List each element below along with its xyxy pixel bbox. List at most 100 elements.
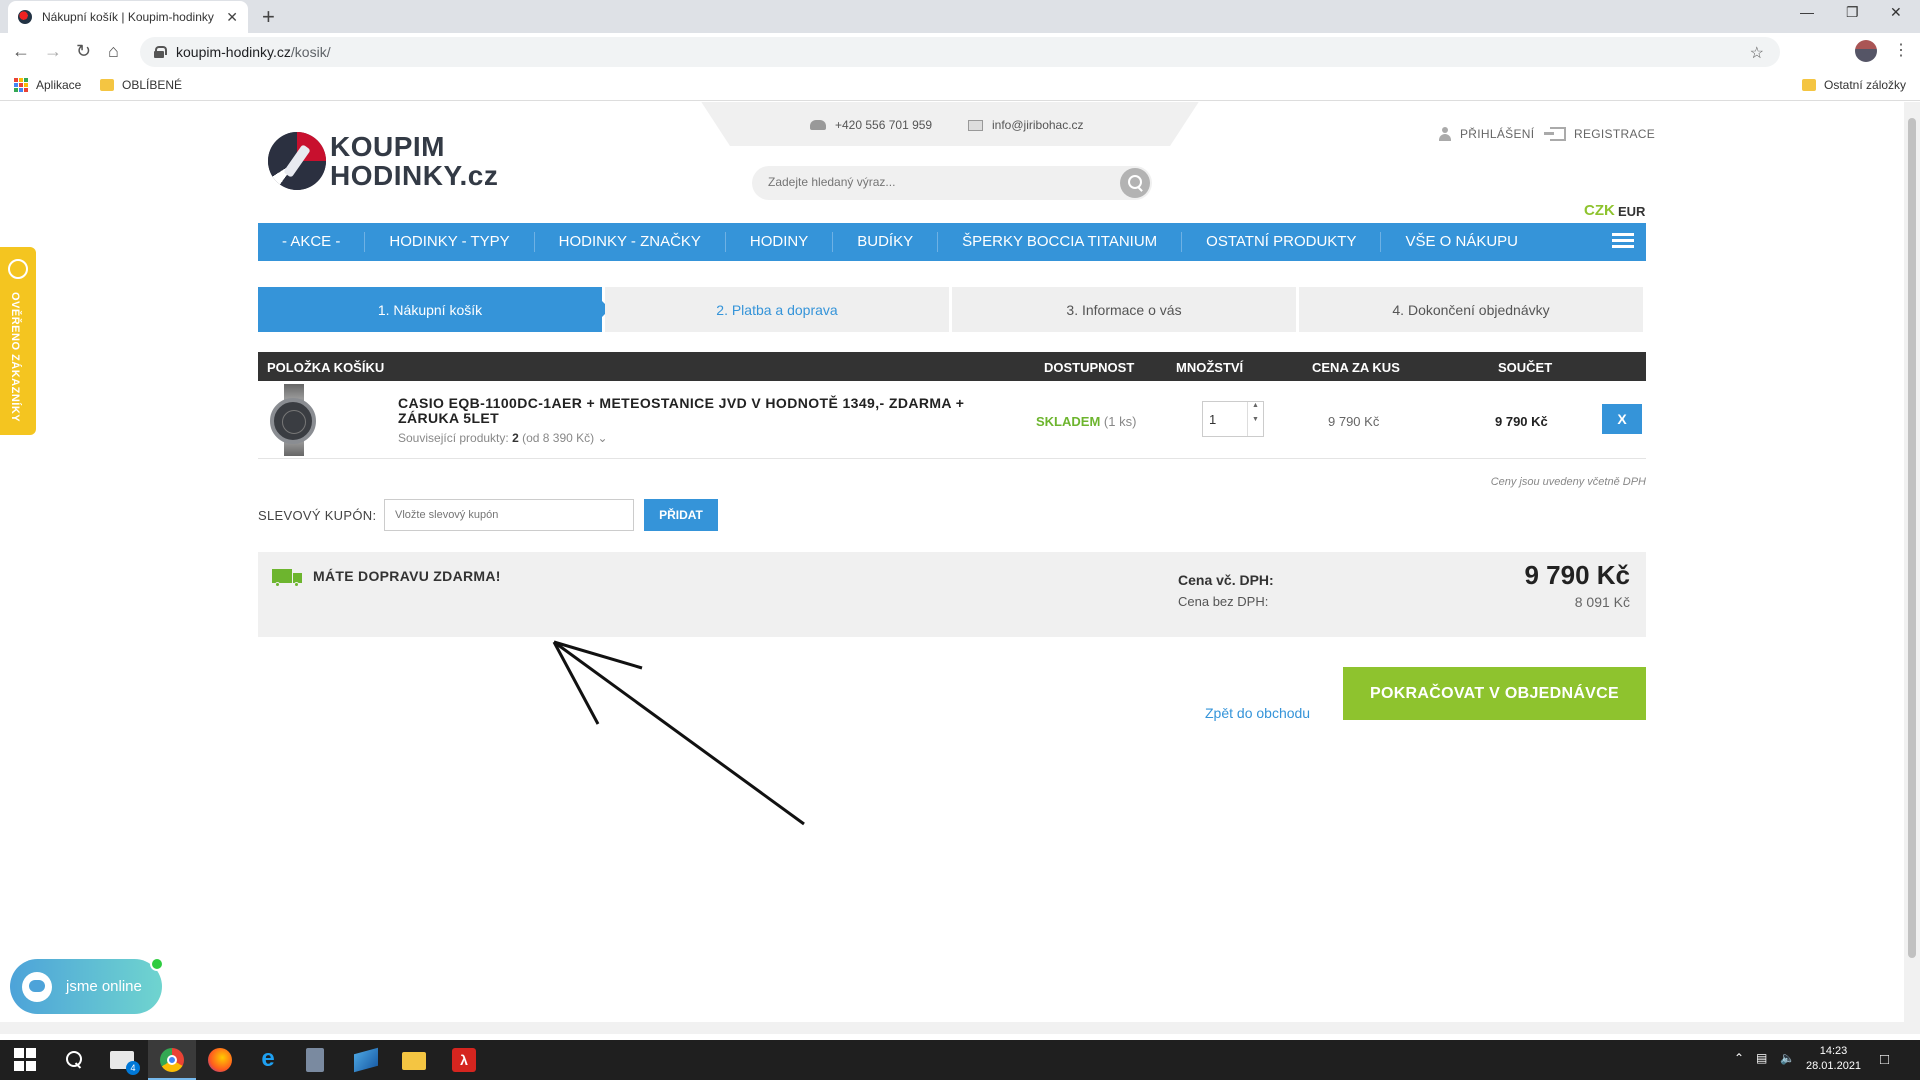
new-tab-button[interactable]: + <box>262 4 275 30</box>
register-label: REGISTRACE <box>1574 127 1656 141</box>
nav-item-hodiny[interactable]: HODINY <box>726 232 834 252</box>
related-label: Související produkty: <box>398 431 509 445</box>
close-window-icon[interactable]: ✕ <box>1890 4 1902 21</box>
bookmark-star-icon[interactable]: ☆ <box>1750 43 1764 63</box>
phone-number: +420 556 701 959 <box>835 118 933 132</box>
login-link[interactable]: PŘIHLÁŠENÍ <box>1438 127 1534 141</box>
quantity-stepper: ▲▼ <box>1202 401 1264 437</box>
address-bar[interactable]: koupim-hodinky.cz/kosik/ ☆ <box>140 37 1780 67</box>
logo-line2: HODINKY.cz <box>330 160 499 191</box>
bookmark-other[interactable]: Ostatní záložky <box>1802 78 1906 92</box>
add-coupon-button[interactable]: PŘIDAT <box>644 499 718 531</box>
nav-item-sperky[interactable]: ŠPERKY BOCCIA TITANIUM <box>938 232 1183 252</box>
chat-widget[interactable]: jsme online <box>10 957 164 1014</box>
related-count: 2 <box>512 431 519 445</box>
coupon-input[interactable] <box>384 499 634 531</box>
col-item: POLOŽKA KOŠÍKU <box>267 360 385 375</box>
email-contact[interactable]: info@jiribohac.cz <box>968 118 1084 132</box>
related-products[interactable]: Související produkty: 2 (od 8 390 Kč) ⌄ <box>398 431 608 445</box>
file-explorer-icon[interactable] <box>402 1052 426 1070</box>
remove-item-button[interactable]: X <box>1602 404 1642 434</box>
tray-chevron-icon[interactable]: ⌃ <box>1734 1051 1744 1065</box>
horizontal-scrollbar[interactable] <box>0 1022 1920 1034</box>
nav-item-budiky[interactable]: BUDÍKY <box>833 232 939 252</box>
search-icon[interactable] <box>1120 168 1150 198</box>
nav-item-hodinky-typy[interactable]: HODINKY - TYPY <box>365 232 535 252</box>
browser-menu-icon[interactable]: ⋮ <box>1893 40 1909 60</box>
page-scrollbar[interactable] <box>1904 102 1920 1022</box>
bookmark-apps[interactable]: Aplikace <box>14 78 81 92</box>
search-input[interactable] <box>768 175 1098 189</box>
table-row: CASIO EQB-1100DC-1AER + METEOSTANICE JVD… <box>258 381 1646 459</box>
back-to-shop-link[interactable]: Zpět do obchodu <box>1205 705 1310 721</box>
step-payment[interactable]: 2. Platba a doprava <box>605 287 949 332</box>
notifications-icon[interactable]: □ <box>1880 1051 1889 1068</box>
firefox-icon[interactable] <box>208 1048 232 1072</box>
menu-list-icon[interactable] <box>1612 233 1634 251</box>
currency-czk[interactable]: CZK <box>1584 202 1615 219</box>
continue-order-button[interactable]: POKRAČOVAT V OBJEDNÁVCE <box>1343 667 1646 720</box>
forward-icon[interactable]: → <box>44 41 62 62</box>
verified-seal-icon <box>8 259 28 279</box>
quantity-input[interactable] <box>1209 412 1245 427</box>
verified-badge[interactable]: OVĚŘENO ZÁKAZNÍKY <box>0 247 36 435</box>
annotation-arrow <box>552 640 805 826</box>
bookmark-favorites-label: OBLÍBENÉ <box>122 78 183 92</box>
restore-icon[interactable]: ❐ <box>1846 4 1859 21</box>
product-image[interactable] <box>268 384 320 456</box>
tab-close-icon[interactable]: ✕ <box>226 9 238 26</box>
chat-bubble-icon <box>22 971 52 1002</box>
search-icon[interactable] <box>62 1048 86 1072</box>
calculator-icon[interactable] <box>306 1048 324 1072</box>
web-page: +420 556 701 959 info@jiribohac.cz KOUPI… <box>0 102 1904 1022</box>
remote-desktop-icon[interactable] <box>354 1047 378 1073</box>
price-without-vat-label: Cena bez DPH: <box>1178 594 1269 609</box>
clock-time: 14:23 <box>1819 1045 1848 1057</box>
chevron-down-icon[interactable]: ⌄ <box>597 431 607 445</box>
clock-date: 28.01.2021 <box>1806 1060 1862 1072</box>
phone-contact[interactable]: +420 556 701 959 <box>810 118 932 132</box>
logo-compass-icon <box>268 132 326 190</box>
nav-item-akce[interactable]: - AKCE - <box>258 232 366 252</box>
col-quantity: MNOŽSTVÍ <box>1176 360 1244 375</box>
minimize-icon[interactable]: — <box>1800 4 1814 20</box>
mail-app-icon[interactable]: 4 <box>110 1051 140 1075</box>
acrobat-icon[interactable]: λ <box>452 1048 476 1072</box>
verified-text: OVĚŘENO ZÁKAZNÍKY <box>9 292 21 423</box>
windows-start-icon[interactable] <box>14 1048 38 1072</box>
nav-item-hodinky-znacky[interactable]: HODINKY - ZNAČKY <box>535 232 726 252</box>
volume-icon[interactable]: 🔈 <box>1780 1051 1795 1065</box>
order-summary: MÁTE DOPRAVU ZDARMA! Cena vč. DPH: Cena … <box>258 552 1646 637</box>
main-navigation: - AKCE - HODINKY - TYPY HODINKY - ZNAČKY… <box>258 223 1646 261</box>
home-icon[interactable]: ⌂ <box>108 41 119 62</box>
chat-label: jsme online <box>66 978 142 995</box>
site-logo[interactable]: KOUPIM HODINKY.cz <box>268 132 498 190</box>
lock-icon <box>154 46 167 58</box>
nav-item-ostatni[interactable]: OSTATNÍ PRODUKTY <box>1182 232 1382 252</box>
browser-tab[interactable]: Nákupní košík | Koupim-hodinky ✕ <box>8 1 248 33</box>
nav-item-vse-o-nakupu[interactable]: VŠE O NÁKUPU <box>1381 232 1542 252</box>
internet-explorer-icon[interactable]: e <box>256 1047 280 1072</box>
vat-note: Ceny jsou uvedeny včetně DPH <box>1490 476 1646 488</box>
quantity-spin-icon[interactable]: ▲ ▼ <box>1247 402 1263 436</box>
back-icon[interactable]: ← <box>12 41 30 62</box>
step-finish: 4. Dokončení objednávky <box>1299 287 1643 332</box>
bookmark-favorites[interactable]: OBLÍBENÉ <box>100 78 182 92</box>
profile-avatar[interactable] <box>1855 40 1877 62</box>
reload-icon[interactable]: ↻ <box>76 41 91 62</box>
bookmark-other-label: Ostatní záložky <box>1824 78 1907 92</box>
system-clock[interactable]: 14:23 28.01.2021 <box>1806 1044 1861 1074</box>
product-name[interactable]: CASIO EQB-1100DC-1AER + METEOSTANICE JVD… <box>398 396 1018 426</box>
windows-taskbar: 4 e λ ⌃ ▤ 🔈 14:23 28.01.2021 □ <box>0 1040 1920 1080</box>
currency-eur[interactable]: EUR <box>1618 204 1645 219</box>
price-without-vat: 8 091 Kč <box>1574 594 1630 610</box>
logo-line1: KOUPIM <box>330 131 445 162</box>
tab-title: Nákupní košík | Koupim-hodinky <box>42 10 214 24</box>
chrome-icon[interactable] <box>160 1048 184 1072</box>
browser-toolbar: ← → ↻ ⌂ koupim-hodinky.cz/kosik/ ☆ <box>0 33 1920 71</box>
network-icon[interactable]: ▤ <box>1756 1051 1767 1065</box>
register-link[interactable]: REGISTRACE <box>1544 127 1656 141</box>
step-cart: 1. Nákupní košík <box>258 287 610 332</box>
truck-icon <box>272 569 302 587</box>
row-total: 9 790 Kč <box>1495 414 1548 429</box>
